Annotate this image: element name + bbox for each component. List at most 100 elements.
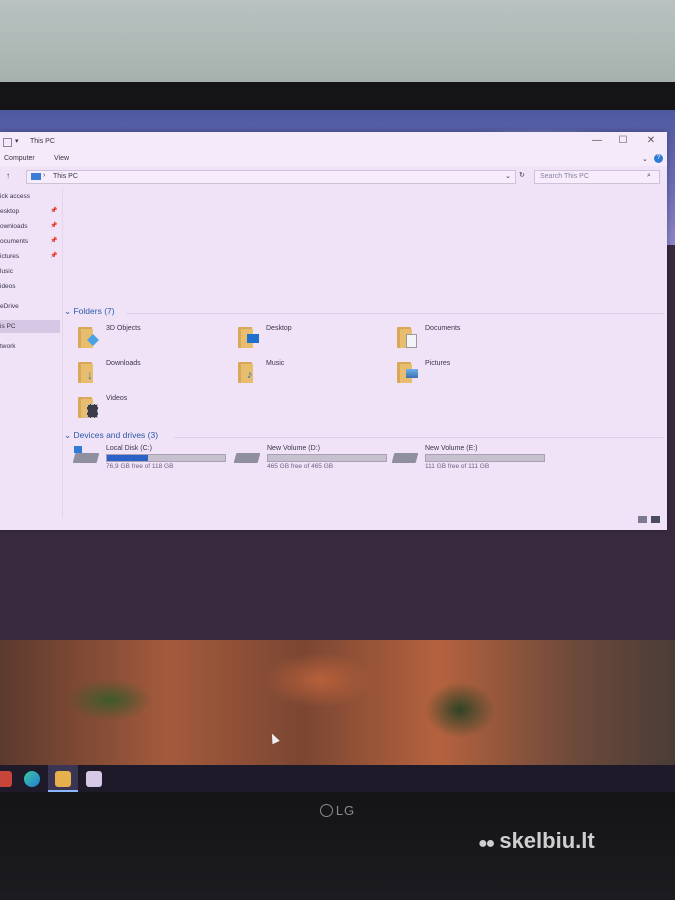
breadcrumb-separator: › xyxy=(43,172,46,179)
folder-3d-objects[interactable]: 3D Objects xyxy=(78,324,228,354)
hard-drive-icon xyxy=(72,453,100,463)
navigation-pane: ick access esktop 📌 ownloads 📌 ocuments 📌 i… xyxy=(0,190,60,520)
nav-item-label: lusic xyxy=(0,268,14,275)
drive-d[interactable]: New Volume (D:) 465 GB free of 465 GB xyxy=(233,445,395,475)
breadcrumb-this-pc[interactable]: This PC xyxy=(53,173,78,180)
drive-usage-bar xyxy=(106,454,226,462)
pane-divider[interactable] xyxy=(62,188,63,518)
folder-pictures[interactable]: Pictures xyxy=(397,359,547,389)
watermark-text: skelbiu.lt xyxy=(499,828,595,853)
pin-icon: 📌 xyxy=(50,238,58,244)
dropdown-icon[interactable]: ▾ xyxy=(15,137,19,145)
nav-item-this-pc[interactable]: is PC xyxy=(0,320,60,333)
nav-item-pictures[interactable]: ictures 📌 xyxy=(0,250,60,263)
drive-free-space: 76,9 GB free of 118 GB xyxy=(106,463,174,470)
divider xyxy=(126,313,664,314)
folder-desktop[interactable]: Desktop xyxy=(238,324,388,354)
store-icon[interactable] xyxy=(86,771,102,787)
ribbon: Computer View ⌄ ? xyxy=(0,152,667,166)
nav-item-label: esktop xyxy=(0,208,20,215)
drive-usage-fill xyxy=(107,455,149,461)
drive-usage-bar xyxy=(425,454,545,462)
search-box[interactable]: Search This PC ⌕ xyxy=(534,170,660,184)
section-title: Devices and drives (3) xyxy=(73,430,159,440)
folder-name: Documents xyxy=(425,325,461,332)
folder-name: Pictures xyxy=(425,360,451,367)
folder-music[interactable]: ♪ Music xyxy=(238,359,388,389)
address-bar[interactable]: › This PC ⌄ xyxy=(26,170,516,184)
wallpaper-rocks xyxy=(0,640,675,765)
maximize-button[interactable]: ☐ xyxy=(612,134,634,148)
lg-logo-icon xyxy=(319,804,333,817)
nav-item-videos[interactable]: ideos xyxy=(0,280,60,293)
folder-name: Music xyxy=(266,360,285,367)
nav-item-label: ownloads xyxy=(0,223,28,230)
section-drives-header[interactable]: ⌄ Devices and drives (3) xyxy=(64,430,158,441)
brand-label: LG xyxy=(335,803,356,818)
hard-drive-icon xyxy=(233,453,261,463)
nav-item-quick-access[interactable]: ick access xyxy=(0,190,60,203)
nav-item-onedrive[interactable]: eDrive xyxy=(0,300,60,313)
close-button[interactable]: ✕ xyxy=(640,134,662,148)
downloads-icon: ↓ xyxy=(78,359,100,383)
refresh-icon[interactable]: ↻ xyxy=(519,171,525,179)
nav-item-label: eDrive xyxy=(0,303,19,310)
large-icons-view-icon[interactable] xyxy=(651,516,660,523)
expand-ribbon-icon[interactable]: ⌄ xyxy=(642,155,648,163)
folder-downloads[interactable]: ↓ Downloads xyxy=(78,359,228,389)
search-input[interactable]: Search This PC xyxy=(540,173,589,180)
file-explorer-icon[interactable] xyxy=(55,771,71,787)
search-icon: ⌕ xyxy=(647,172,651,179)
drive-usage-bar xyxy=(267,454,387,462)
start-icon[interactable] xyxy=(0,771,12,787)
3d-objects-icon xyxy=(78,324,100,348)
drive-name: Local Disk (C:) xyxy=(106,445,152,452)
music-icon: ♪ xyxy=(238,359,260,383)
nav-item-network[interactable]: twork xyxy=(0,340,60,353)
nav-item-desktop[interactable]: esktop 📌 xyxy=(0,205,60,218)
tab-view[interactable]: View xyxy=(54,155,69,162)
address-dropdown-icon[interactable]: ⌄ xyxy=(505,172,511,180)
drive-c[interactable]: Local Disk (C:) 76,9 GB free of 118 GB xyxy=(72,445,234,475)
minimize-button[interactable]: — xyxy=(586,134,608,148)
windows-logo-icon xyxy=(74,446,82,453)
monitor-bezel-top xyxy=(0,82,675,112)
hard-drive-icon xyxy=(391,453,419,463)
drive-e[interactable]: New Volume (E:) 111 GB free of 111 GB xyxy=(391,445,553,475)
details-view-icon[interactable] xyxy=(638,516,647,523)
taskbar xyxy=(0,765,675,792)
pictures-icon xyxy=(397,359,419,383)
help-icon[interactable]: ? xyxy=(654,154,663,163)
nav-item-music[interactable]: lusic xyxy=(0,265,60,278)
wall-background xyxy=(0,0,675,82)
drive-free-space: 111 GB free of 111 GB xyxy=(425,463,490,470)
watermark: ●● skelbiu.lt xyxy=(478,828,595,854)
nav-item-documents[interactable]: ocuments 📌 xyxy=(0,235,60,248)
drive-name: New Volume (D:) xyxy=(267,445,320,452)
nav-item-label: is PC xyxy=(0,323,16,330)
nav-item-downloads[interactable]: ownloads 📌 xyxy=(0,220,60,233)
file-explorer-window: ▾ This PC — ☐ ✕ Computer View ⌄ ? ↑ › Th… xyxy=(0,132,667,530)
nav-item-label: ideos xyxy=(0,283,16,290)
pin-icon: 📌 xyxy=(50,253,58,259)
nav-item-label: ictures xyxy=(0,253,20,260)
folder-videos[interactable]: Videos xyxy=(78,394,228,424)
tab-computer[interactable]: Computer xyxy=(4,155,35,162)
section-folders-header[interactable]: ⌄ Folders (7) xyxy=(64,306,115,317)
quick-access-toolbar-icon[interactable] xyxy=(3,138,12,147)
drive-name: New Volume (E:) xyxy=(425,445,478,452)
section-title: Folders (7) xyxy=(73,306,115,316)
nav-item-label: ick access xyxy=(0,193,30,200)
folder-name: Desktop xyxy=(266,325,292,332)
up-arrow-icon[interactable]: ↑ xyxy=(6,171,10,180)
desktop-icon xyxy=(238,324,260,348)
content-pane: ⌄ Folders (7) 3D Objects Desktop Documen… xyxy=(64,188,664,518)
nav-item-label: ocuments xyxy=(0,238,29,245)
nav-item-label: twork xyxy=(0,343,16,350)
divider xyxy=(174,437,664,438)
edge-icon[interactable] xyxy=(24,771,40,787)
videos-icon xyxy=(78,394,100,418)
folder-documents[interactable]: Documents xyxy=(397,324,547,354)
folder-name: Downloads xyxy=(106,360,141,367)
view-buttons xyxy=(638,516,662,524)
